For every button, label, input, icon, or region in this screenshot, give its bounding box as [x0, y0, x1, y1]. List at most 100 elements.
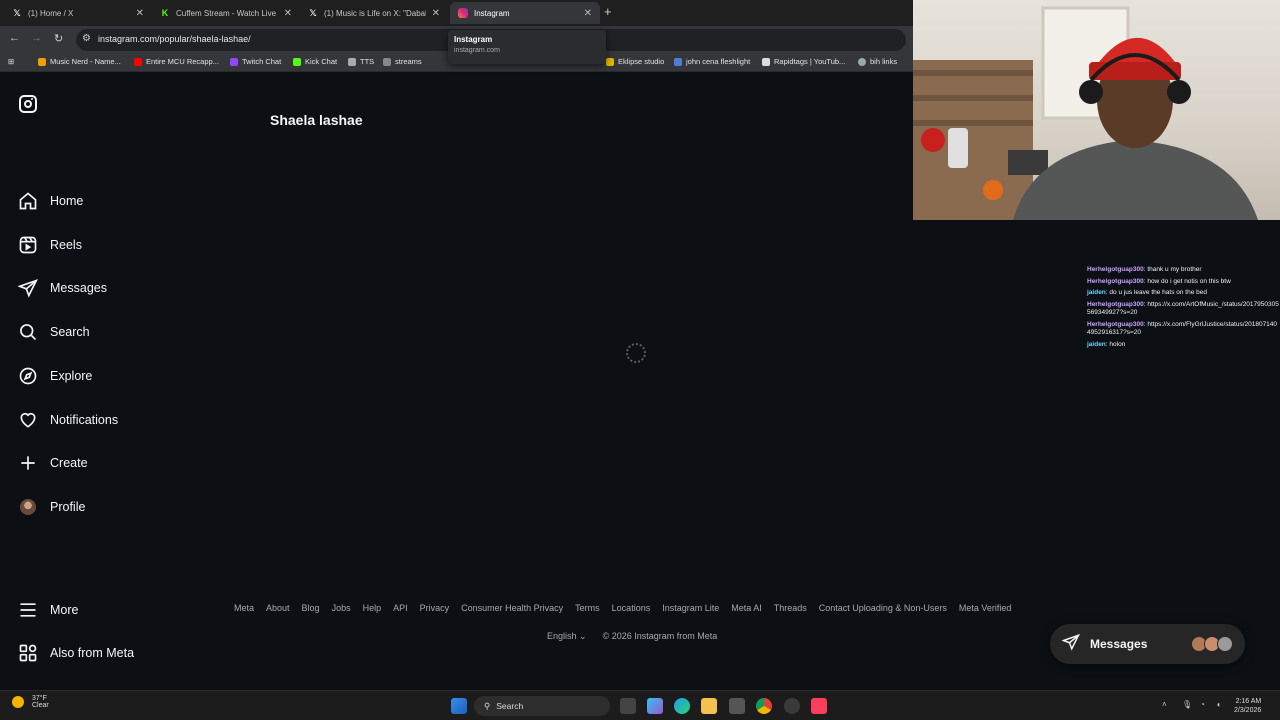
footer-link[interactable]: Meta Verified [959, 603, 1012, 613]
browser-tab-strip: 𝕏 (1) Home / X ✕ K Cuffem Stream - Watch… [0, 0, 913, 26]
taskbar-clock[interactable]: 2:16 AM 2/3/2026 [1234, 697, 1261, 715]
footer-link[interactable]: Locations [612, 603, 651, 613]
footer-link[interactable]: About [266, 603, 290, 613]
copyright: © 2026 Instagram from Meta [602, 631, 718, 641]
bookmark-favicon-icon [38, 57, 46, 66]
nav-label: Messages [50, 281, 107, 295]
weather-widget[interactable]: 37°F Clear [12, 695, 49, 709]
obs-icon[interactable] [784, 698, 800, 714]
close-icon[interactable]: ✕ [432, 8, 440, 19]
weather-desc: Clear [32, 702, 49, 709]
tab-label: (1) Home / X [28, 8, 74, 18]
footer-link[interactable]: API [393, 603, 408, 613]
windows-start-icon[interactable] [451, 698, 467, 714]
bookmark-label: Rapidtags | YouTub... [774, 57, 846, 66]
stream-chat-overlay: Herhelgotguap300: thank u my brother Her… [1087, 266, 1280, 352]
wifi-icon[interactable]: ◔ [1200, 700, 1205, 709]
footer-link[interactable]: Meta AI [731, 603, 762, 613]
chat-text: : thank u my brother [1143, 266, 1202, 273]
bookmark-item[interactable]: Kick Chat [293, 57, 337, 66]
messages-pill-button[interactable]: Messages [1050, 624, 1245, 664]
moon-weather-icon [12, 696, 24, 708]
tab-instagram[interactable]: Instagram ✕ [450, 2, 600, 24]
youtube-icon [134, 57, 142, 66]
instagram-logo-icon [458, 8, 468, 18]
language-label: English [547, 631, 577, 641]
footer-link[interactable]: Privacy [420, 603, 450, 613]
nav-home[interactable]: Home [18, 187, 83, 215]
nav-profile[interactable]: Profile [18, 493, 85, 521]
chrome-icon[interactable] [756, 698, 772, 714]
taskbar-search[interactable]: ⚲ Search [474, 696, 610, 716]
footer-link[interactable]: Blog [302, 603, 320, 613]
bookmark-item[interactable]: Entire MCU Recapp... [134, 57, 219, 66]
bookmark-item[interactable]: bih links [858, 57, 897, 66]
chat-text: : how do i get notis on this btw [1143, 277, 1231, 285]
new-tab-button[interactable]: + [604, 4, 612, 19]
bookmark-favicon-icon [348, 57, 356, 66]
chevron-up-icon[interactable]: ˄ [1162, 700, 1167, 709]
music-app-icon[interactable] [811, 698, 827, 714]
volume-icon[interactable]: ◖ [1216, 700, 1221, 709]
language-select[interactable]: English ⌄ [547, 631, 587, 642]
nav-search[interactable]: Search [18, 318, 90, 346]
bookmark-item[interactable]: TTS [348, 57, 374, 66]
nav-explore[interactable]: Explore [18, 362, 92, 390]
task-view-icon[interactable] [620, 698, 636, 714]
reload-icon[interactable]: ↻ [54, 32, 63, 45]
tab-cuffem-stream[interactable]: K Cuffem Stream - Watch Live on ✕ [152, 2, 300, 24]
plus-icon [18, 453, 38, 473]
bookmark-favicon-icon [674, 57, 682, 66]
microphone-icon[interactable]: 🎙 [1182, 700, 1192, 709]
avatar [1217, 636, 1233, 652]
nav-create[interactable]: Create [18, 449, 88, 477]
instagram-logo-icon[interactable] [19, 95, 37, 113]
close-icon[interactable]: ✕ [136, 8, 144, 19]
forward-arrow-icon[interactable]: → [31, 32, 42, 44]
footer-link[interactable]: Instagram Lite [662, 603, 719, 613]
bookmark-item[interactable]: streams [383, 57, 422, 66]
copilot-icon[interactable] [647, 698, 663, 714]
home-icon [18, 191, 38, 211]
tab-music-is-life[interactable]: 𝕏 (1) Music is Life on X: "Dababy ✕ [300, 2, 448, 24]
clock-time: 2:16 AM [1235, 698, 1262, 705]
bookmark-item[interactable]: Music Nerd - Name... [38, 57, 121, 66]
tab-x-home[interactable]: 𝕏 (1) Home / X ✕ [4, 2, 152, 24]
chat-text: : holon [1105, 340, 1126, 348]
tab-label: (1) Music is Life on X: "Dababy [324, 8, 426, 18]
footer-link[interactable]: Consumer Health Privacy [461, 603, 563, 613]
nav-more[interactable]: More [18, 596, 78, 624]
footer-link[interactable]: Terms [575, 603, 600, 613]
store-icon[interactable] [729, 698, 745, 714]
nav-label: More [50, 603, 79, 617]
webcam-feed-image [913, 6, 1258, 220]
nav-label: Create [50, 456, 88, 470]
bookmark-item[interactable]: Twitch Chat [230, 57, 281, 66]
edge-icon[interactable] [674, 698, 690, 714]
footer-link[interactable]: Help [363, 603, 382, 613]
loading-spinner-icon [626, 343, 646, 363]
chat-username: Herhelgotguap300 [1087, 300, 1144, 308]
apps-grid-icon[interactable]: ⊞ [8, 57, 14, 66]
bookmark-item[interactable]: Eklipse studio [606, 57, 664, 66]
back-arrow-icon[interactable]: ← [9, 32, 20, 44]
bookmark-item[interactable]: john cena fleshlight [674, 57, 750, 66]
nav-label: Home [50, 194, 84, 208]
taskbar-search-label: Search [496, 701, 524, 711]
weather-temp: 37°F [32, 695, 47, 702]
nav-messages[interactable]: Messages [18, 274, 107, 302]
site-info-icon[interactable]: ⚙ [82, 33, 91, 44]
file-explorer-icon[interactable] [701, 698, 717, 714]
nav-notifications[interactable]: Notifications [18, 406, 118, 434]
footer-link[interactable]: Meta [234, 603, 254, 613]
nav-label: Reels [50, 238, 82, 252]
nav-reels[interactable]: Reels [18, 231, 82, 259]
bookmark-item[interactable]: Rapidtags | YouTub... [762, 57, 845, 66]
footer-link[interactable]: Contact Uploading & Non-Users [819, 603, 947, 613]
nav-also-from-meta[interactable]: Also from Meta [18, 639, 134, 667]
footer-link[interactable]: Threads [774, 603, 807, 613]
chat-message: jaiden: do u jus leave the hats on the b… [1087, 289, 1280, 298]
close-icon[interactable]: ✕ [584, 8, 592, 19]
close-icon[interactable]: ✕ [284, 8, 292, 19]
footer-link[interactable]: Jobs [332, 603, 351, 613]
